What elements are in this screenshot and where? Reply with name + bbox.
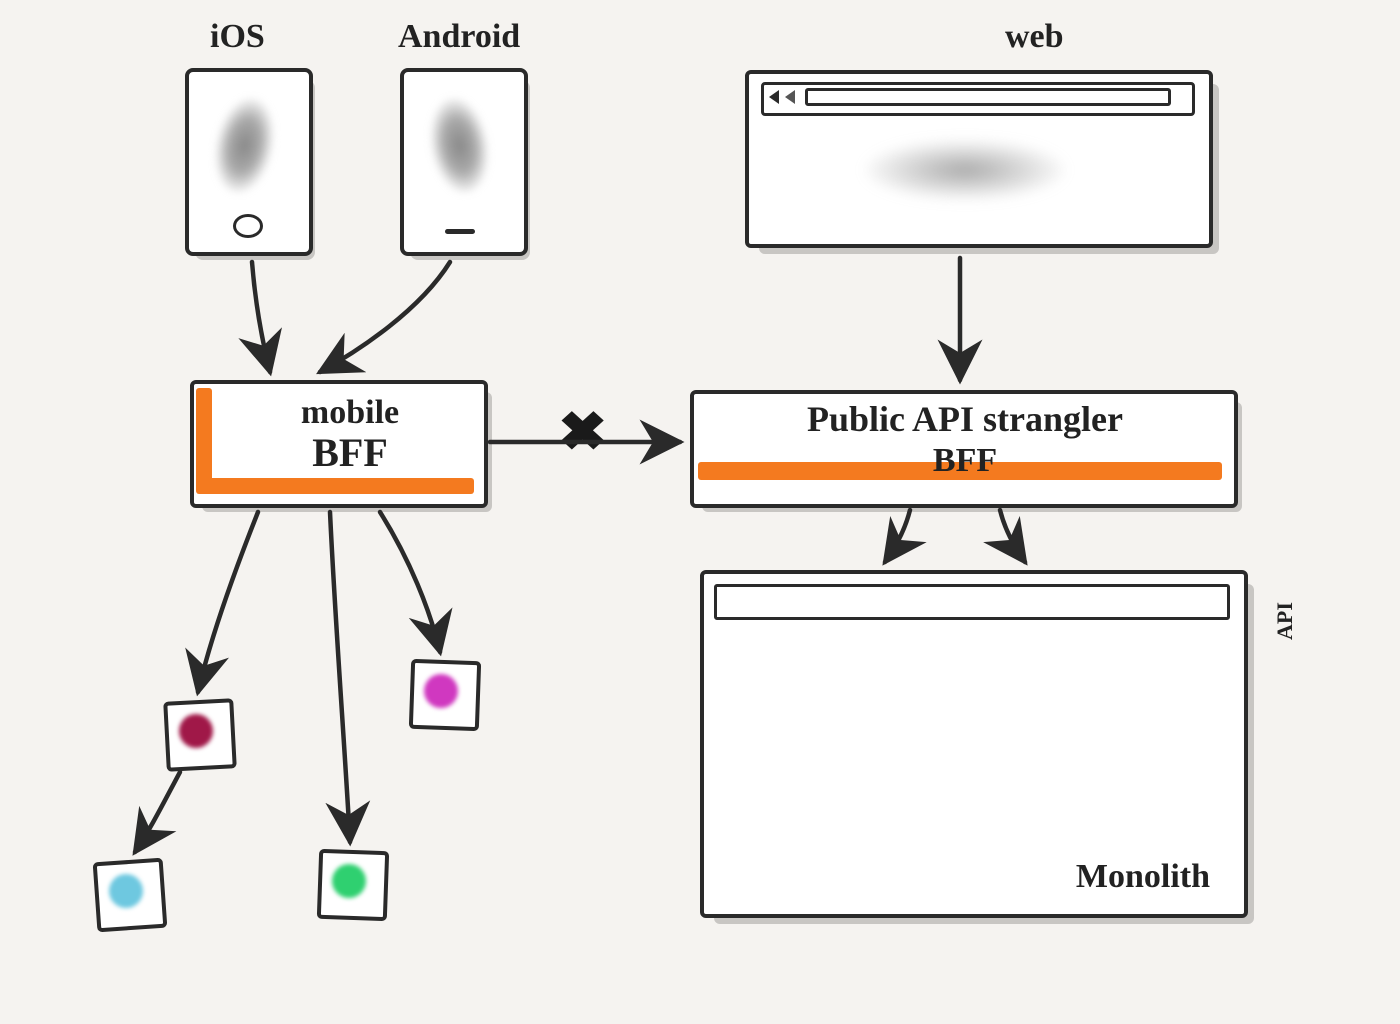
arrow-android-to-bff [320, 262, 450, 372]
arrow-red-to-blue [135, 772, 180, 852]
arrow-bff-to-red [198, 512, 258, 692]
monolith-api-bar [714, 584, 1230, 620]
arrow-bff-to-magenta [380, 512, 440, 652]
service-red [165, 700, 227, 762]
web-label: web [1005, 18, 1064, 56]
arrow-public-to-monolith-2 [1000, 510, 1025, 562]
service-magenta [410, 660, 472, 722]
public-api-bff-box: Public API strangler BFF [690, 390, 1230, 500]
ios-device [185, 68, 305, 248]
mobile-bff-label-2: BFF [312, 430, 388, 475]
architecture-diagram: iOS Android web mobile BFF [0, 0, 1400, 1024]
api-label: API [1272, 602, 1298, 640]
monolith-label: Monolith [1076, 858, 1210, 896]
arrow-public-to-monolith-1 [885, 510, 910, 562]
monolith-box: Monolith [700, 570, 1240, 910]
nav-back-icon [769, 90, 779, 104]
nav-fwd-icon [785, 90, 795, 104]
service-green [318, 850, 380, 912]
home-bar-icon [445, 229, 475, 234]
android-label: Android [398, 18, 520, 56]
web-browser [745, 70, 1205, 240]
public-bff-label-2: BFF [933, 442, 997, 479]
public-bff-label-1: Public API strangler [807, 399, 1123, 439]
android-device [400, 68, 520, 248]
blocked-cross-icon: ✖ [558, 400, 608, 463]
arrow-ios-to-bff [252, 262, 270, 372]
ios-label: iOS [210, 18, 265, 56]
mobile-bff-box: mobile BFF [190, 380, 480, 500]
arrow-bff-to-green [330, 512, 350, 842]
home-button-icon [233, 214, 263, 238]
mobile-bff-label-1: mobile [301, 394, 399, 431]
service-blue [95, 860, 157, 922]
